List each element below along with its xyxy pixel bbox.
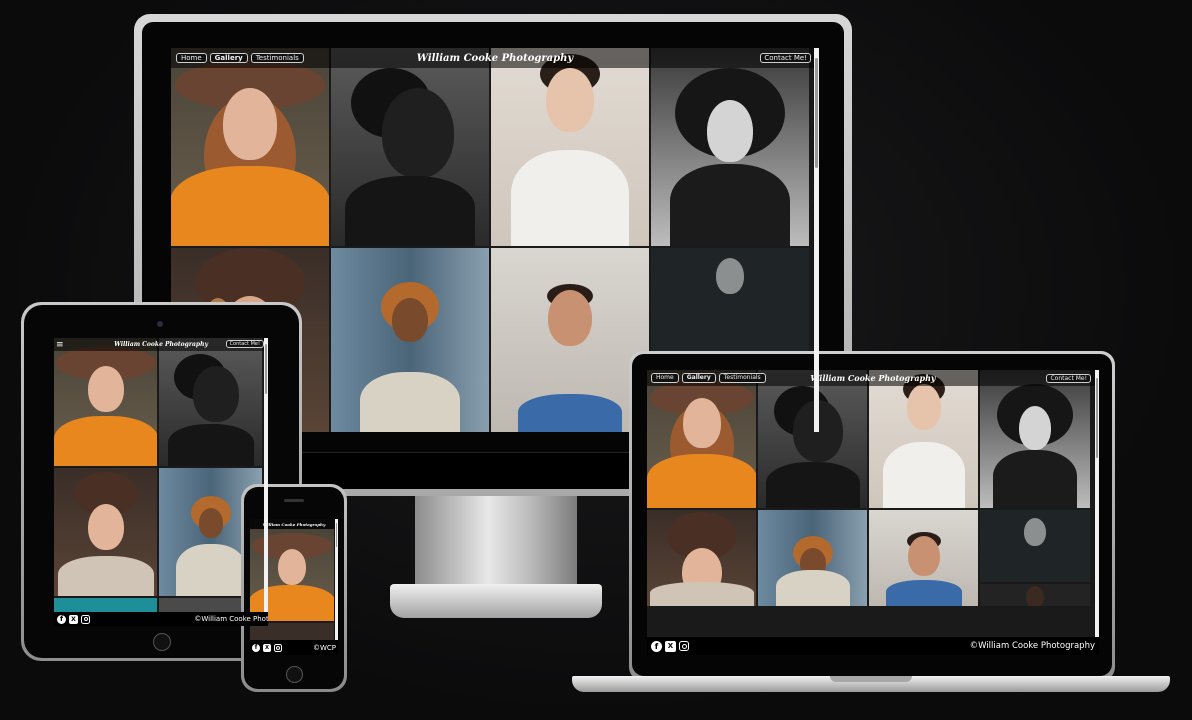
laptop-nav-gallery-link[interactable]: Gallery — [681, 373, 716, 383]
gallery-photo-bw-curly-woman[interactable] — [651, 48, 809, 246]
laptop-photo-bw-curly-woman[interactable] — [980, 370, 1090, 508]
hamburger-menu-icon[interactable]: ≡ — [56, 340, 64, 350]
phone-footer-copyright: ©WCP — [312, 643, 336, 652]
desktop-stand-base — [390, 584, 602, 618]
laptop-footer-copyright: ©William Cooke Photography — [969, 641, 1095, 651]
laptop-footer: f X ©William Cooke Photography — [647, 637, 1099, 655]
phone-home-button — [286, 666, 303, 683]
facebook-icon[interactable]: f — [57, 614, 66, 624]
gallery-photo-hat-woman[interactable] — [171, 48, 329, 246]
gallery-photo-smiling-man[interactable] — [491, 248, 649, 432]
laptop-contact-button[interactable]: Contact Me! — [1046, 374, 1091, 383]
nav-testimonials-link[interactable]: Testimonials — [250, 52, 304, 64]
laptop-social-links: f X — [651, 640, 689, 652]
x-twitter-icon[interactable]: X — [69, 614, 78, 624]
tablet-site-header: ≡ William Cooke Photography Contact Me! — [54, 338, 268, 351]
tablet-home-button — [153, 633, 171, 651]
contact-button[interactable]: Contact Me! — [760, 53, 811, 63]
laptop-nav-testimonials-link[interactable]: Testimonials — [718, 373, 766, 383]
laptop-site-header: Home Gallery Testimonials William Cooke … — [647, 370, 1099, 386]
laptop-photo-smiling-man[interactable] — [869, 510, 978, 606]
phone-scrollbar[interactable] — [335, 519, 338, 640]
gallery-photo-afro-woman[interactable] — [331, 248, 489, 432]
desktop-scrollbar[interactable] — [814, 48, 819, 432]
laptop-scrollbar[interactable] — [1095, 370, 1099, 637]
x-twitter-icon[interactable]: X — [263, 643, 271, 652]
laptop-nav-home-link[interactable]: Home — [651, 373, 679, 383]
laptop-main-nav: Home Gallery Testimonials — [651, 373, 766, 383]
laptop-photo-fur-hat-woman[interactable] — [647, 510, 756, 606]
phone-footer: f X ©WCP — [250, 640, 338, 655]
nav-home-link[interactable]: Home — [176, 52, 207, 64]
laptop-photo-dark-man[interactable] — [980, 584, 1090, 606]
laptop-notch — [830, 676, 912, 682]
phone-social-links: f X — [252, 643, 282, 652]
laptop-photo-dark-portrait[interactable] — [980, 510, 1090, 582]
desktop-stand — [415, 496, 577, 588]
phone-speaker — [284, 499, 304, 502]
tablet-website: ≡ William Cooke Photography Contact Me! — [54, 338, 268, 626]
laptop-gallery-grid — [647, 370, 1094, 637]
tablet-gallery-grid — [54, 338, 264, 618]
tablet-footer-copyright: ©William Cooke Photo — [194, 615, 268, 623]
main-nav: Home Gallery Testimonials — [176, 52, 304, 64]
tablet-social-links: f X — [57, 614, 90, 624]
gallery-photo-profile-man[interactable] — [331, 48, 489, 246]
gallery-photo-white-top-woman[interactable] — [491, 48, 649, 246]
instagram-icon[interactable] — [81, 614, 90, 624]
laptop-photo-hat-woman[interactable] — [647, 370, 756, 508]
instagram-icon[interactable] — [274, 643, 282, 652]
laptop-photo-afro-woman[interactable] — [758, 510, 867, 606]
phone-site-brand[interactable]: William Cooke Photography — [263, 522, 326, 527]
facebook-icon[interactable]: f — [651, 640, 662, 652]
tablet-site-brand[interactable]: William Cooke Photography — [114, 341, 208, 348]
site-header: Home Gallery Testimonials William Cooke … — [171, 48, 819, 68]
tablet-photo-fur-hat-woman[interactable] — [54, 468, 157, 596]
tablet-photo-profile-man[interactable] — [159, 338, 262, 466]
laptop-photo-profile-man[interactable] — [758, 370, 867, 508]
tablet-photo-hat-woman[interactable] — [54, 338, 157, 466]
tablet-camera — [157, 321, 163, 327]
facebook-icon[interactable]: f — [252, 643, 260, 652]
laptop-photo-white-top-woman[interactable] — [869, 370, 978, 508]
x-twitter-icon[interactable]: X — [665, 640, 676, 652]
laptop-website: Home Gallery Testimonials William Cooke … — [647, 370, 1099, 655]
phone-photo-hat-woman[interactable] — [250, 529, 334, 621]
laptop-site-brand[interactable]: William Cooke Photography — [810, 373, 935, 383]
site-brand-logo[interactable]: William Cooke Photography — [417, 53, 573, 64]
tablet-scrollbar[interactable] — [264, 338, 268, 612]
tablet-contact-button[interactable]: Contact Me! — [225, 340, 264, 348]
nav-gallery-link[interactable]: Gallery — [209, 52, 248, 64]
tablet-footer: f X ©William Cooke Photo — [54, 612, 268, 626]
instagram-icon[interactable] — [679, 641, 689, 651]
